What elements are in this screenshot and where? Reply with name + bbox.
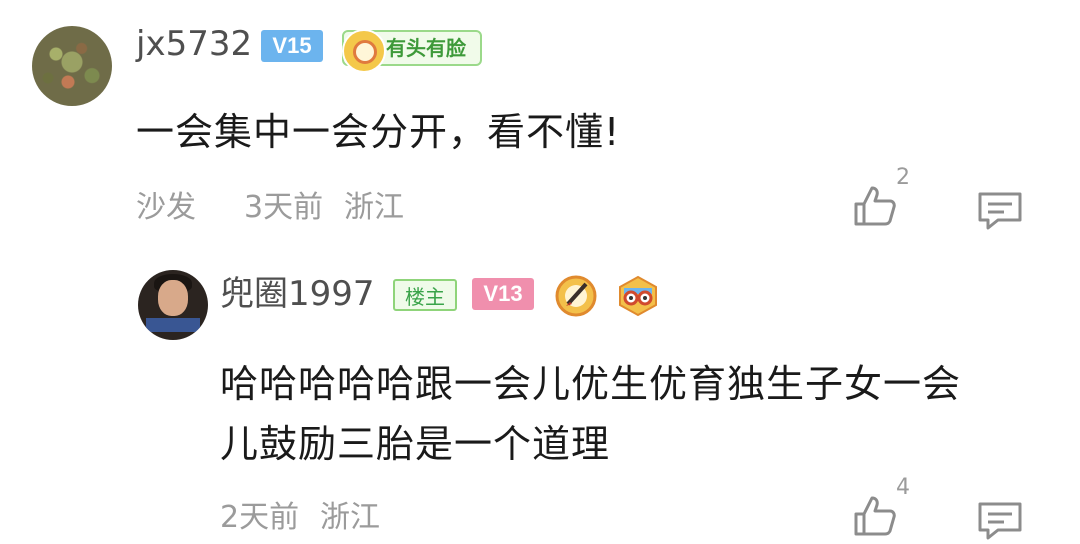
- comment-location: 浙江: [344, 190, 404, 225]
- reply-content-line1: 哈哈哈哈哈跟一会儿优生优育独生子女一会: [220, 362, 962, 406]
- owner-badge: 楼主: [393, 279, 457, 311]
- reply-location: 浙江: [320, 500, 380, 535]
- username[interactable]: jx5732: [136, 24, 252, 64]
- comment-bubble-icon: [978, 192, 1022, 230]
- reply-reply-button[interactable]: [976, 500, 1024, 542]
- reply-level-badge: V13: [472, 278, 534, 310]
- level-badge: V15: [261, 30, 323, 62]
- reply-like-count: 4: [896, 475, 910, 500]
- medal-badge[interactable]: 有头有脸: [342, 29, 482, 73]
- thumbs-up-icon: [854, 186, 896, 226]
- medal-label: 有头有脸: [386, 36, 466, 60]
- thumbs-up-icon: [854, 496, 896, 536]
- pen-medal-icon[interactable]: [554, 274, 598, 322]
- reply-username[interactable]: 兜圈1997: [220, 274, 375, 314]
- reply-user-avatar[interactable]: [138, 270, 208, 340]
- user-avatar[interactable]: [32, 26, 112, 106]
- comment-content: 一会集中一会分开，看不懂!: [136, 110, 621, 154]
- owl-medal-icon[interactable]: [616, 274, 660, 322]
- comment-bubble-icon: [978, 502, 1022, 540]
- reply-content-line2: 儿鼓励三胎是一个道理: [220, 422, 611, 466]
- face-medal-icon: [342, 29, 386, 73]
- reply-like-button[interactable]: [852, 494, 900, 538]
- like-count: 2: [896, 165, 910, 190]
- like-button[interactable]: [852, 184, 900, 228]
- reply-time: 2天前: [220, 500, 300, 535]
- comment-time: 3天前: [244, 190, 324, 225]
- reply-button[interactable]: [976, 190, 1024, 232]
- sofa-tag: 沙发: [136, 190, 196, 225]
